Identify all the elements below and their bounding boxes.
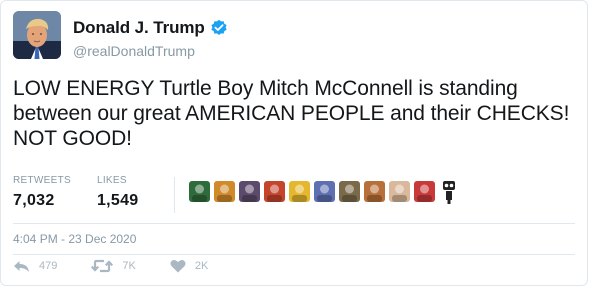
liker-avatar-1[interactable] [189, 181, 210, 202]
tweet-card: Donald J. Trump @realDonaldTrump LOW ENE… [0, 0, 588, 286]
retweets-value: 7,032 [13, 192, 55, 209]
liker-avatar-8[interactable] [364, 181, 385, 202]
liker-avatar-3[interactable] [239, 181, 260, 202]
tweet-actions: 479 7K 2K [13, 259, 242, 273]
tweet-text: LOW ENERGY Turtle Boy Mitch McConnell is… [13, 77, 570, 150]
heart-icon [170, 260, 186, 273]
like-button[interactable]: 2K [170, 259, 208, 273]
liker-avatar-4[interactable] [264, 181, 285, 202]
user-handle[interactable]: @realDonaldTrump [73, 43, 195, 59]
reply-icon [14, 260, 29, 272]
liker-avatars [189, 181, 456, 205]
engagement-stats: RETWEETS 7,032 LIKES 1,549 [13, 175, 165, 210]
retweet-count: 7K [122, 260, 136, 272]
liker-avatar-7[interactable] [339, 181, 360, 202]
tweet-timestamp[interactable]: 4:04 PM - 23 Dec 2020 [13, 232, 136, 246]
retweet-icon [91, 259, 114, 273]
display-name[interactable]: Donald J. Trump [73, 18, 205, 38]
stats-divider [174, 177, 175, 213]
verified-badge-icon [210, 19, 228, 37]
divider [13, 223, 575, 224]
profile-avatar[interactable] [13, 11, 61, 59]
liker-avatar-5[interactable] [289, 181, 310, 202]
liker-avatar-11[interactable] [442, 179, 456, 205]
like-count: 2K [194, 260, 209, 272]
retweets-stat[interactable]: RETWEETS 7,032 [13, 175, 71, 210]
liker-avatar-9[interactable] [389, 181, 410, 202]
liker-avatar-10[interactable] [414, 181, 435, 202]
likes-value: 1,549 [96, 192, 139, 209]
likes-stat[interactable]: LIKES 1,549 [97, 175, 139, 210]
retweets-label: RETWEETS [13, 175, 71, 186]
reply-button[interactable]: 479 [13, 260, 57, 273]
liker-avatar-6[interactable] [314, 181, 335, 202]
name-row: Donald J. Trump [73, 18, 228, 38]
divider [13, 254, 575, 255]
retweet-button[interactable]: 7K [91, 259, 136, 273]
likes-label: LIKES [96, 175, 127, 186]
liker-avatar-2[interactable] [214, 181, 235, 202]
reply-count: 479 [39, 260, 58, 272]
